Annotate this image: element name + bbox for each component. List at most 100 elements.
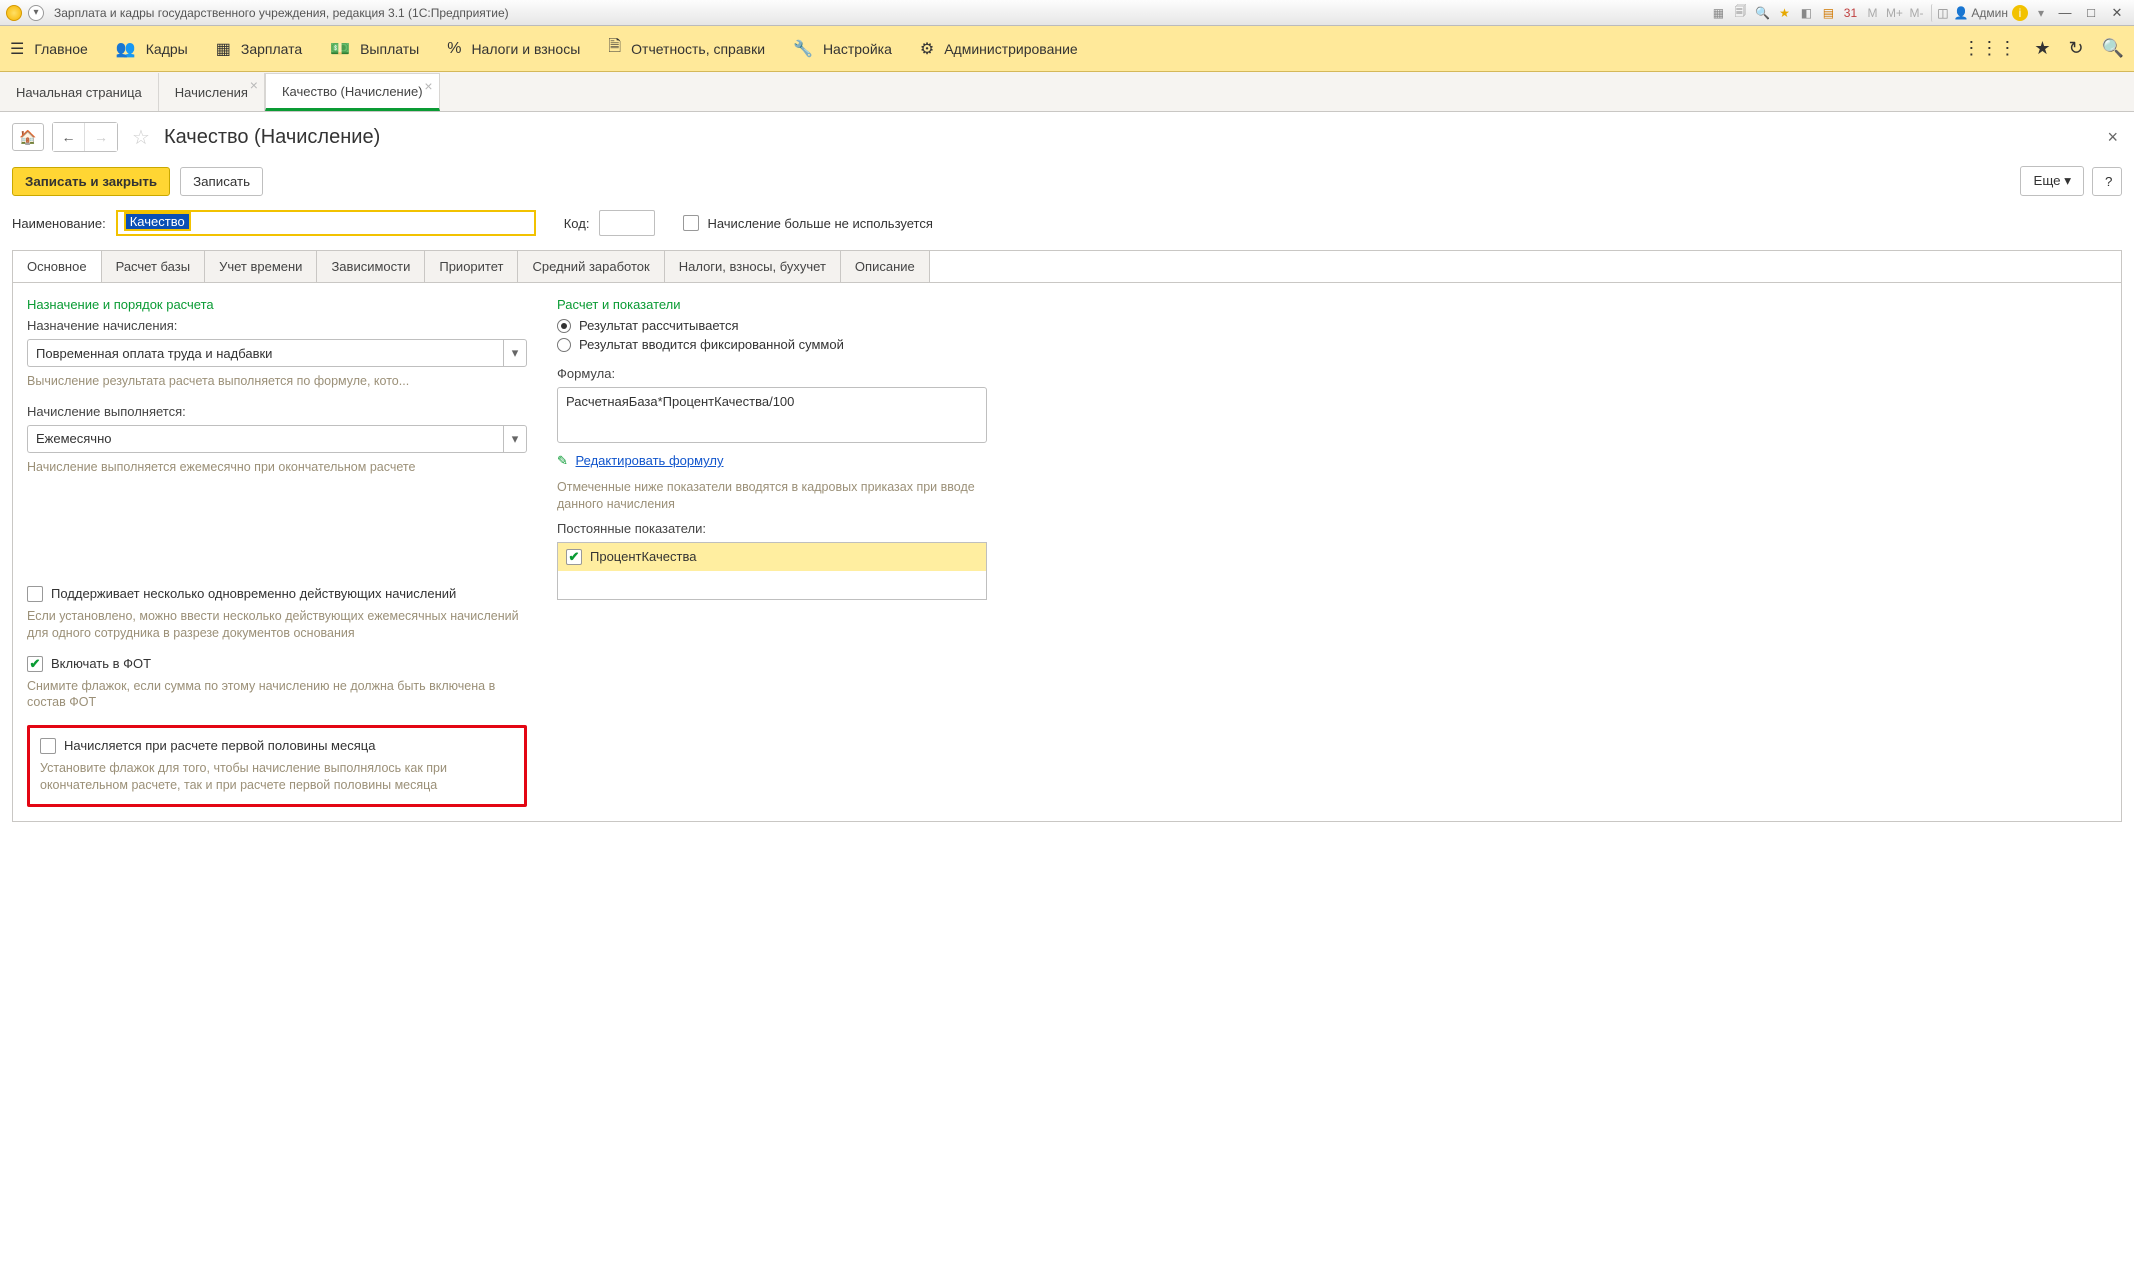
sub-tabs: Основное Расчет базы Учет времени Зависи…	[12, 250, 2122, 282]
indicator-row-empty	[558, 571, 986, 599]
half-month-highlight: Начисляется при расчете первой половины …	[27, 725, 527, 807]
nav-forward-button[interactable]: →	[85, 123, 117, 151]
toolbar-right: ⋮⋮⋮ ★ ↻ 🔍	[1962, 38, 2124, 59]
search-icon[interactable]: 🔍	[2102, 38, 2124, 59]
tab-close-icon[interactable]: ×	[424, 78, 432, 94]
subtab-opisanie[interactable]: Описание	[841, 251, 930, 282]
radio-icon	[557, 338, 571, 352]
tab-nachisleniya[interactable]: Начисления×	[159, 73, 265, 111]
window-tabs: Начальная страница Начисления× Качество …	[0, 72, 2134, 112]
code-label: Код:	[564, 216, 590, 231]
m-plus-icon[interactable]: M+	[1885, 4, 1903, 22]
favorite-star-icon[interactable]: ☆	[132, 125, 150, 150]
calendar-icon[interactable]: 31	[1841, 4, 1859, 22]
fot-checkbox[interactable]	[27, 656, 43, 672]
menu-admin-label: Администрирование	[944, 41, 1078, 57]
menu-admin[interactable]: ⚙ Администрирование	[920, 39, 1078, 59]
purpose-label: Назначение начисления:	[27, 318, 527, 333]
purpose-value: Повременная оплата труда и надбавки	[27, 339, 503, 367]
subtab-uchet-vremeni[interactable]: Учет времени	[205, 251, 317, 282]
save-and-close-button[interactable]: Записать и закрыть	[12, 167, 170, 196]
menu-kadry[interactable]: 👥Кадры	[116, 39, 188, 59]
left-column: Назначение и порядок расчета Назначение …	[27, 297, 527, 807]
name-input[interactable]: Качество	[116, 210, 536, 236]
percent-icon: %	[447, 40, 461, 58]
history-icon[interactable]: ↻	[2068, 38, 2083, 59]
cmdbar-right: Еще ▾ ?	[2020, 166, 2122, 196]
menu-main-label: Главное	[34, 41, 88, 57]
page-body: 🏠 ← → ☆ Качество (Начисление) × Записать…	[0, 112, 2134, 832]
tab-kachestvo[interactable]: Качество (Начисление)×	[265, 73, 440, 111]
radio-fixed[interactable]: Результат вводится фиксированной суммой	[557, 337, 987, 352]
subtab-raschet-bazy[interactable]: Расчет базы	[102, 251, 206, 282]
dropdown-icon[interactable]: ▾	[28, 5, 44, 21]
indicator-row[interactable]: ПроцентКачества	[558, 543, 986, 571]
formula-box[interactable]: РасчетнаяБаза*ПроцентКачества/100	[557, 387, 987, 443]
tb-icon-3[interactable]: 🔍	[1753, 4, 1771, 22]
not-used-checkbox[interactable]	[683, 215, 699, 231]
tb-icon-2[interactable]: 🗐	[1731, 4, 1749, 22]
tab-close-icon[interactable]: ×	[250, 77, 258, 93]
tb-icon-1[interactable]: ▦	[1709, 4, 1727, 22]
calc-icon[interactable]: ▤	[1819, 4, 1837, 22]
subtab-osnovnoe[interactable]: Основное	[13, 251, 102, 282]
half-month-label: Начисляется при расчете первой половины …	[64, 738, 375, 753]
mini-dropdown-icon[interactable]: ▾	[2032, 4, 2050, 22]
page-title: Качество (Начисление)	[164, 126, 380, 149]
tb-icon-5[interactable]: ◧	[1797, 4, 1815, 22]
page-close-button[interactable]: ×	[2103, 127, 2122, 148]
close-window-button[interactable]: ✕	[2106, 4, 2128, 22]
more-button[interactable]: Еще ▾	[2020, 166, 2084, 196]
menu-nastroyka-label: Настройка	[823, 41, 892, 57]
menu-main[interactable]: ☰Главное	[10, 39, 88, 59]
fot-label: Включать в ФОТ	[51, 656, 151, 671]
window-title: Зарплата и кадры государственного учрежд…	[54, 6, 509, 20]
exec-select[interactable]: Ежемесячно ▾	[27, 425, 527, 453]
user-name: Админ	[1971, 6, 2008, 20]
formula-label: Формула:	[557, 366, 987, 381]
code-input[interactable]	[599, 210, 655, 236]
menu-otchet[interactable]: 🗎Отчетность, справки	[608, 35, 765, 62]
apps-icon[interactable]: ⋮⋮⋮	[1962, 38, 2016, 59]
indicators-label: Постоянные показатели:	[557, 521, 987, 536]
multi-checkbox[interactable]	[27, 586, 43, 602]
subtab-nalogi[interactable]: Налоги, взносы, бухучет	[665, 251, 841, 282]
subtab-sredniy[interactable]: Средний заработок	[518, 251, 664, 282]
menu-zarplata[interactable]: ▦Зарплата	[216, 39, 302, 59]
panel-icon[interactable]: ◫	[1931, 4, 1949, 22]
save-button[interactable]: Записать	[180, 167, 263, 196]
edit-formula-link[interactable]: Редактировать формулу	[576, 453, 724, 468]
minimize-button[interactable]: —	[2054, 4, 2076, 22]
tab-label: Начальная страница	[16, 85, 142, 100]
radio-calculated[interactable]: Результат рассчитывается	[557, 318, 987, 333]
star-icon[interactable]: ★	[2034, 38, 2050, 59]
menu-nalogi-label: Налоги и взносы	[471, 41, 580, 57]
help-button[interactable]: ?	[2092, 167, 2122, 196]
subtab-zavisimosti[interactable]: Зависимости	[317, 251, 425, 282]
half-month-checkbox[interactable]	[40, 738, 56, 754]
menu-vyplaty-label: Выплаты	[360, 41, 419, 57]
pencil-icon: ✎	[557, 453, 568, 468]
menu-vyplaty[interactable]: 💵Выплаты	[330, 39, 419, 59]
gear-icon: ⚙	[920, 39, 934, 59]
subtab-prioritet[interactable]: Приоритет	[425, 251, 518, 282]
chevron-down-icon[interactable]: ▾	[503, 339, 527, 367]
home-button[interactable]: 🏠	[12, 123, 44, 151]
maximize-button[interactable]: □	[2080, 4, 2102, 22]
chevron-down-icon[interactable]: ▾	[503, 425, 527, 453]
titlebar-left: ▾ Зарплата и кадры государственного учре…	[6, 5, 509, 21]
menu-nalogi[interactable]: % Налоги и взносы	[447, 40, 580, 58]
favorites-icon[interactable]: ★	[1775, 4, 1793, 22]
m-minus-icon[interactable]: M-	[1907, 4, 1925, 22]
tab-start-page[interactable]: Начальная страница	[0, 73, 159, 111]
name-value-selected: Качество	[124, 212, 191, 231]
info-icon[interactable]: i	[2012, 5, 2028, 21]
indicator-checkbox[interactable]	[566, 549, 582, 565]
tab-label: Начисления	[175, 85, 248, 100]
more-label: Еще	[2033, 173, 2060, 188]
nav-back-button[interactable]: ←	[53, 123, 85, 151]
menu-nastroyka[interactable]: 🔧Настройка	[793, 39, 892, 59]
m-icon[interactable]: M	[1863, 4, 1881, 22]
purpose-select[interactable]: Повременная оплата труда и надбавки ▾	[27, 339, 527, 367]
user-badge[interactable]: 👤 Админ	[1953, 6, 2008, 20]
